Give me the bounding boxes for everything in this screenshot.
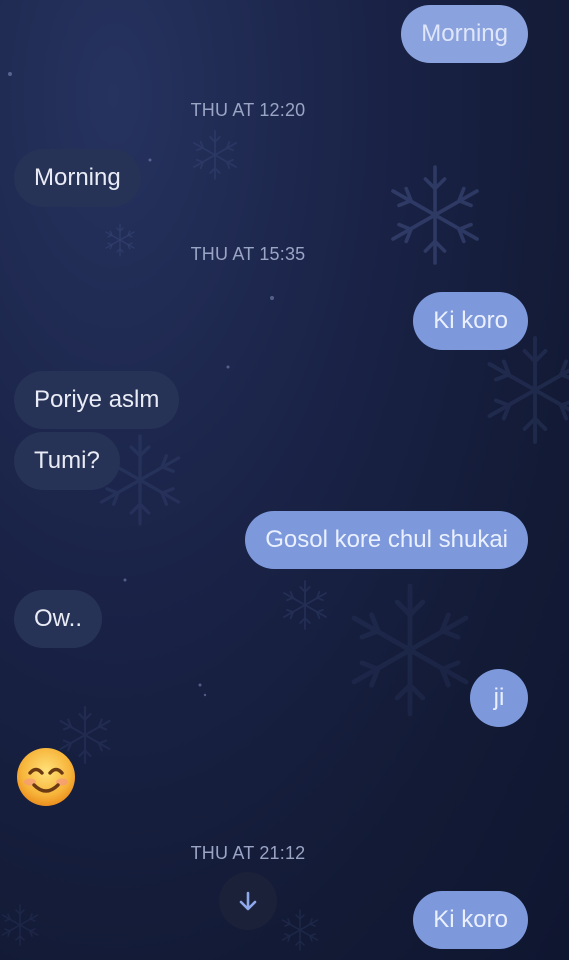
message-text: Ki koro: [433, 307, 508, 334]
message-bubble-outgoing[interactable]: Morning: [401, 5, 528, 63]
scroll-to-bottom-button[interactable]: [219, 872, 277, 930]
message-bubble-incoming[interactable]: Ow..: [14, 590, 103, 648]
message-bubble-incoming[interactable]: Morning: [14, 149, 141, 207]
message-text: Morning: [421, 20, 508, 47]
message-bubble-outgoing[interactable]: Ki koro: [413, 891, 528, 949]
message-list[interactable]: Morning THU AT 12:20 Morning THU AT 15:3…: [0, 0, 569, 960]
message-text: Tumi?: [34, 447, 100, 474]
message-bubble-incoming[interactable]: Tumi?: [14, 432, 120, 490]
message-text: Ki koro: [433, 906, 508, 933]
message-bubble-outgoing[interactable]: Ki koro: [413, 292, 528, 350]
arrow-down-icon: [239, 891, 257, 911]
timestamp: THU AT 12:20: [190, 100, 306, 120]
timestamp: THU AT 15:35: [190, 244, 306, 264]
message-text: Gosol kore chul shukai: [265, 526, 508, 553]
message-bubble-outgoing[interactable]: ji: [470, 669, 528, 727]
message-bubble-incoming[interactable]: Poriye aslm: [14, 371, 180, 429]
message-bubble-outgoing[interactable]: Gosol kore chul shukai: [245, 511, 528, 569]
timestamp: THU AT 21:12: [190, 843, 306, 863]
message-text: ji: [493, 684, 505, 711]
message-text: Poriye aslm: [34, 386, 160, 413]
message-text: Morning: [34, 164, 121, 191]
smiling-face-emoji-icon[interactable]: [16, 747, 76, 807]
message-text: Ow..: [34, 605, 83, 632]
